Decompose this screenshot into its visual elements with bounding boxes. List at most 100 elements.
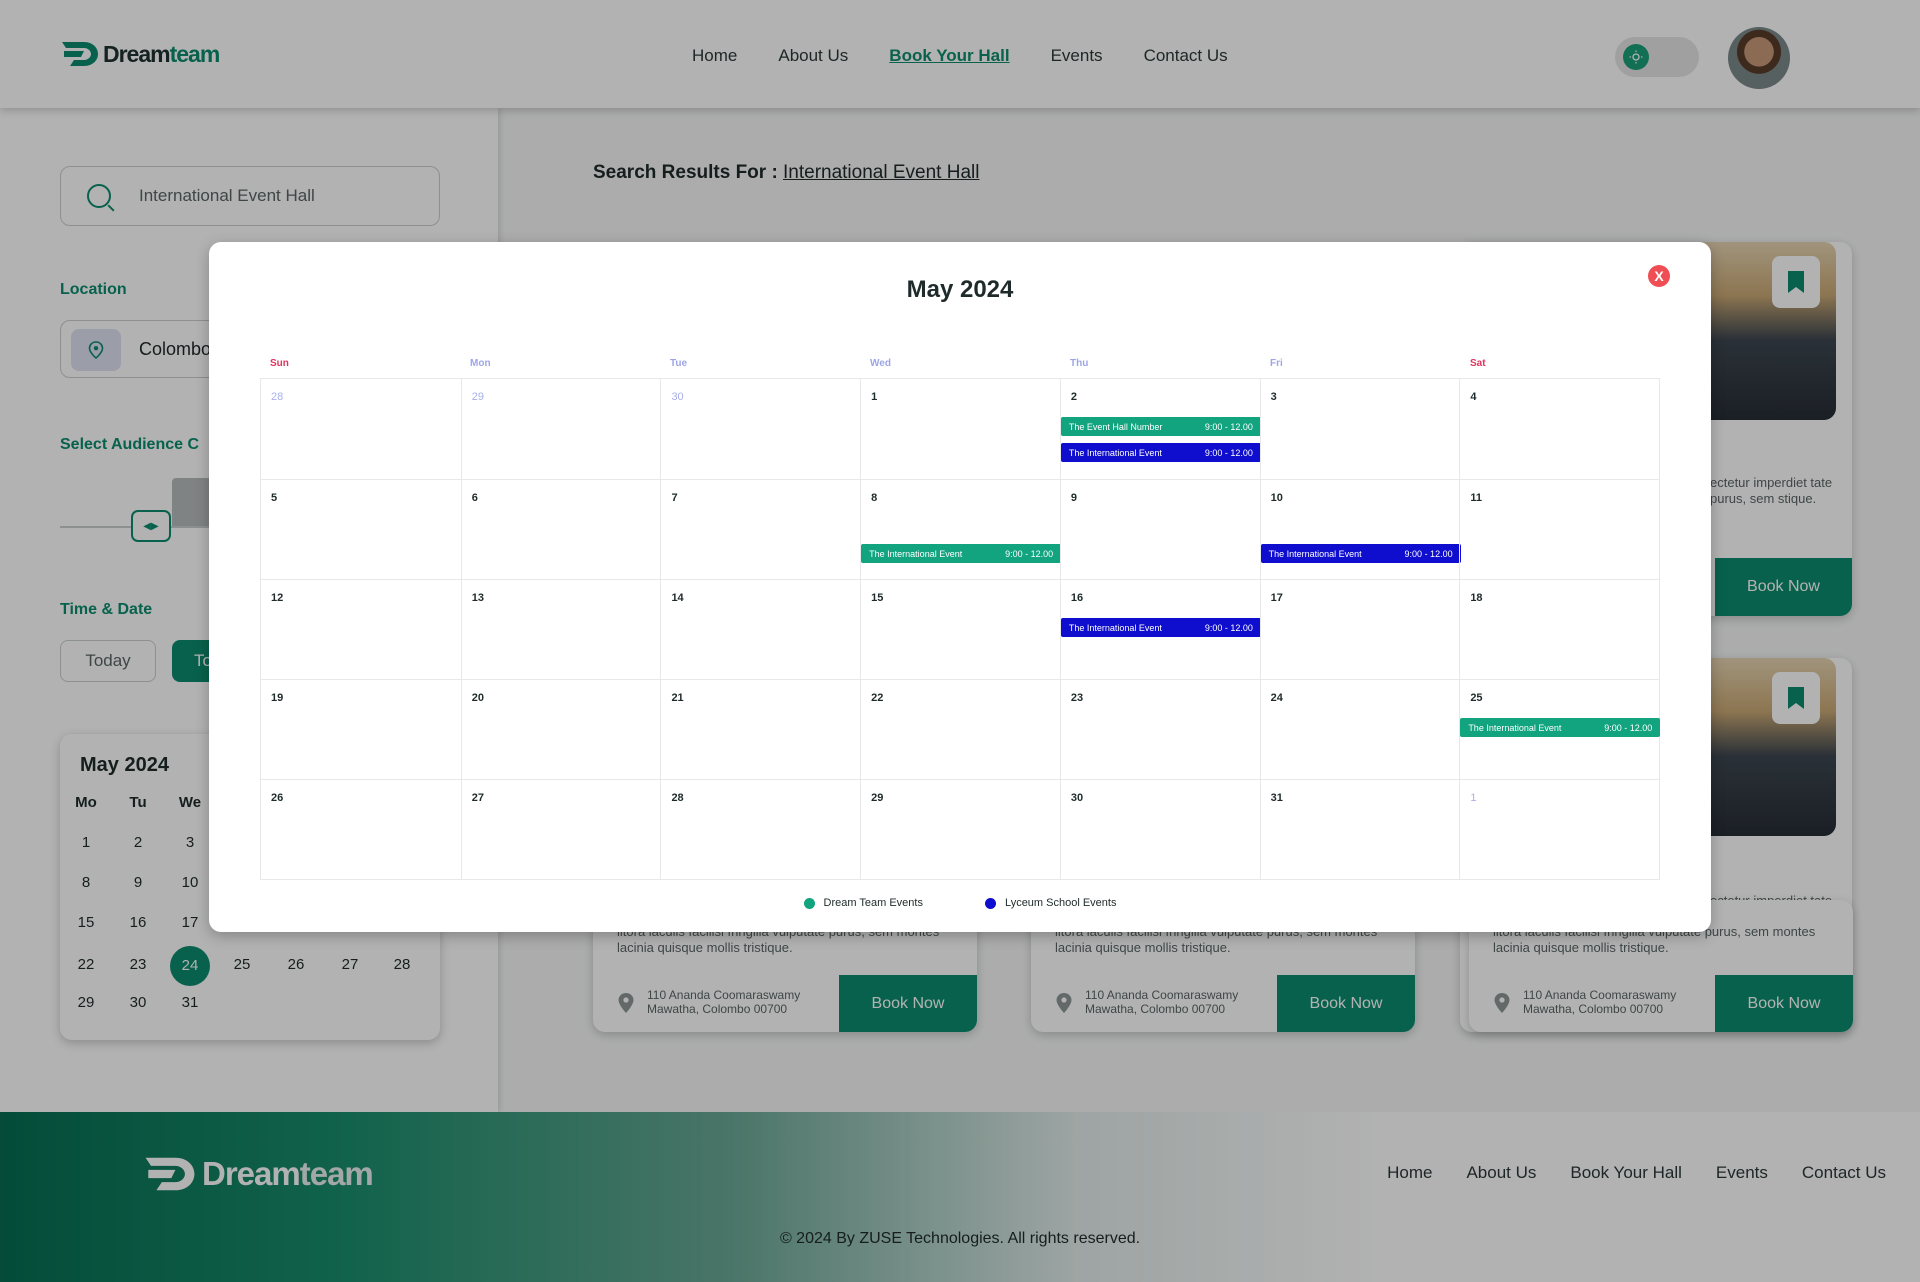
calendar-day-cell[interactable]: 14 <box>660 580 860 679</box>
calendar-day-cell[interactable]: 20 <box>460 680 661 779</box>
calendar-day-cell[interactable]: 4 <box>1459 379 1659 479</box>
calendar-day-number: 31 <box>1270 792 1283 804</box>
calendar-day-cell[interactable]: 15 <box>860 580 1060 679</box>
legend-dot-icon <box>803 897 815 909</box>
calendar-week: 5 6 7 8 The International Event 9:00 - 12.00 9… <box>261 479 1659 579</box>
calendar-day-cell[interactable]: 30 <box>660 379 860 479</box>
calendar-day-cell[interactable]: 6 <box>460 480 661 579</box>
calendar-day-number: 28 <box>671 792 684 804</box>
event-time: 9:00 - 12.00 <box>1404 548 1453 559</box>
calendar-day-cell[interactable]: 29 <box>460 379 661 479</box>
calendar-day-number: 23 <box>1070 692 1084 704</box>
calendar-day-cell[interactable]: 16 The International Event 9:00 - 12.00 <box>1059 580 1261 679</box>
calendar-day-cell[interactable]: 2 The Event Hall Number 9:00 - 12.00 The In… <box>1059 379 1261 479</box>
day-of-week-sat: Sat <box>1470 358 1486 369</box>
calendar-grid: Sun Mon Tue Wed Thu Fri Sat 28 29 30 1 2 The Event … <box>260 358 1661 880</box>
calendar-day-number: 9 <box>1070 492 1077 504</box>
calendar-event[interactable]: The International Event 9:00 - 12.00 <box>861 544 1062 563</box>
calendar-event[interactable]: The International Event 9:00 - 12.00 <box>1060 443 1261 462</box>
calendar-modal: May 2024 X Sun Mon Tue Wed Thu Fri Sat 28 29 30 1… <box>209 242 1711 932</box>
calendar-day-cell[interactable]: 17 <box>1259 580 1460 679</box>
calendar-day-cell[interactable]: 25 The International Event 9:00 - 12.00 <box>1459 680 1661 779</box>
calendar-day-number: 30 <box>671 391 684 403</box>
calendar-day-cell[interactable]: 11 <box>1459 480 1659 579</box>
calendar-day-cell[interactable]: 26 <box>261 780 461 879</box>
calendar-day-number: 27 <box>471 792 484 804</box>
event-name: The International Event <box>1268 548 1362 559</box>
calendar-day-number: 25 <box>1470 692 1483 704</box>
calendar-week: 28 29 30 1 2 The Event Hall Number 9:00 - 12.0… <box>261 379 1659 479</box>
calendar-day-cell[interactable]: 5 <box>261 480 461 579</box>
calendar-day-cell[interactable]: 13 <box>460 580 661 679</box>
day-of-week-tue: Tue <box>670 358 688 369</box>
calendar-day-number: 18 <box>1470 592 1483 604</box>
event-name: The International Event <box>1068 622 1162 633</box>
calendar-day-number: 2 <box>1070 391 1077 403</box>
event-time: 9:00 - 12.00 <box>1005 548 1054 559</box>
calendar-title: May 2024 <box>906 276 1014 303</box>
calendar-day-number: 20 <box>471 692 484 704</box>
calendar-day-number: 14 <box>671 592 684 604</box>
calendar-day-number: 26 <box>271 792 284 804</box>
day-of-week-fri: Fri <box>1270 358 1283 369</box>
legend-dot-icon <box>984 897 996 909</box>
event-name: The International Event <box>1068 447 1162 458</box>
calendar-day-cell[interactable]: 12 <box>261 580 461 679</box>
day-of-week-wed: Wed <box>870 358 891 369</box>
calendar-weeks: 28 29 30 1 2 The Event Hall Number 9:00 - 12.0… <box>260 378 1661 880</box>
calendar-day-cell[interactable]: 1 <box>1459 780 1659 879</box>
calendar-day-cell[interactable]: 1 <box>860 379 1060 479</box>
calendar-day-number: 10 <box>1270 492 1283 504</box>
calendar-day-number: 5 <box>271 492 278 504</box>
calendar-day-cell[interactable]: 22 <box>860 680 1060 779</box>
calendar-week: 19 20 21 22 23 24 25 The International Event 9:0… <box>261 679 1661 779</box>
calendar-day-cell[interactable]: 8 The International Event 9:00 - 12.00 <box>860 480 1062 579</box>
calendar-day-cell[interactable]: 19 <box>261 680 461 779</box>
calendar-day-cell[interactable]: 3 <box>1259 379 1460 479</box>
event-time: 9:00 - 12.00 <box>1204 447 1253 458</box>
calendar-day-cell[interactable]: 28 <box>261 379 461 479</box>
calendar-day-cell[interactable]: 23 <box>1059 680 1260 779</box>
calendar-day-number: 30 <box>1070 792 1084 804</box>
calendar-day-number: 3 <box>1270 391 1277 403</box>
legend-item: Lyceum School Events <box>984 897 1116 909</box>
calendar-day-number: 22 <box>871 692 884 704</box>
calendar-day-cell[interactable]: 18 <box>1459 580 1659 679</box>
close-icon[interactable]: X <box>1648 265 1670 287</box>
day-of-week-mon: Mon <box>470 358 491 369</box>
calendar-day-number: 28 <box>271 391 284 403</box>
event-name: The Event Hall Number <box>1068 421 1163 432</box>
calendar-day-cell[interactable]: 9 <box>1059 480 1260 579</box>
days-of-week: Sun Mon Tue Wed Thu Fri Sat <box>260 358 1660 378</box>
calendar-day-number: 29 <box>871 792 884 804</box>
calendar-event[interactable]: The International Event 9:00 - 12.00 <box>1460 718 1661 737</box>
calendar-day-cell[interactable]: 28 <box>660 780 860 879</box>
calendar-day-cell[interactable]: 21 <box>660 680 860 779</box>
calendar-week: 12 13 14 15 16 The International Event 9:00 - … <box>261 579 1659 679</box>
calendar-day-cell[interactable]: 29 <box>860 780 1060 879</box>
calendar-day-cell[interactable]: 10 The International Event 9:00 - 12.00 <box>1259 480 1461 579</box>
calendar-day-number: 21 <box>671 692 684 704</box>
calendar-day-number: 12 <box>271 592 284 604</box>
calendar-day-number: 17 <box>1270 592 1283 604</box>
calendar-day-cell[interactable]: 7 <box>660 480 860 579</box>
calendar-day-cell[interactable]: 27 <box>460 780 661 879</box>
calendar-event[interactable]: The International Event 9:00 - 12.00 <box>1260 544 1461 563</box>
calendar-day-number: 6 <box>471 492 478 504</box>
calendar-day-number: 15 <box>871 592 884 604</box>
calendar-day-cell[interactable]: 31 <box>1259 780 1460 879</box>
calendar-event[interactable]: The International Event 9:00 - 12.00 <box>1060 618 1261 637</box>
calendar-day-number: 8 <box>871 492 878 504</box>
event-time: 9:00 - 12.00 <box>1604 722 1653 733</box>
calendar-day-number: 13 <box>471 592 484 604</box>
calendar-day-cell[interactable]: 30 <box>1059 780 1260 879</box>
calendar-day-number: 1 <box>1470 792 1477 804</box>
legend-label: Dream Team Events <box>823 897 923 909</box>
calendar-day-cell[interactable]: 24 <box>1259 680 1460 779</box>
calendar-day-number: 1 <box>871 391 878 403</box>
calendar-day-number: 24 <box>1270 692 1283 704</box>
calendar-day-number: 7 <box>671 492 678 504</box>
day-of-week-sun: Sun <box>270 358 289 369</box>
calendar-day-number: 19 <box>271 692 284 704</box>
calendar-event[interactable]: The Event Hall Number 9:00 - 12.00 <box>1060 417 1261 436</box>
